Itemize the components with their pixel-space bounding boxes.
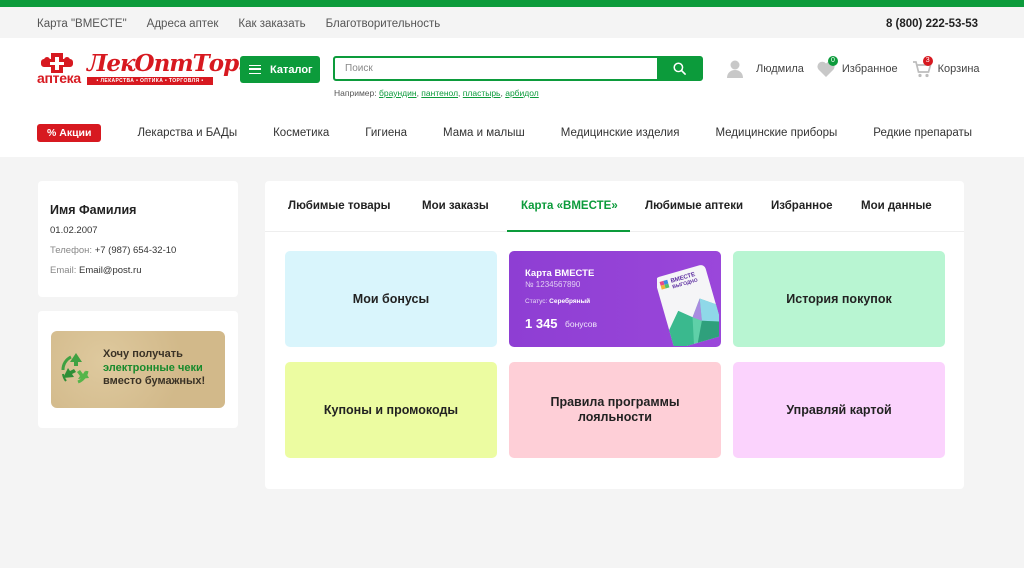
favorites-label: Избранное xyxy=(841,63,898,75)
menu-icon xyxy=(249,65,261,74)
profile-card: Имя Фамилия 01.02.2007 Телефон: +7 (987)… xyxy=(38,181,238,297)
tab-favorites[interactable]: Избранное xyxy=(771,200,833,212)
profile-phone-row: Телефон: +7 (987) 654-32-10 xyxy=(50,245,226,256)
search-example-link[interactable]: пластырь xyxy=(463,88,501,98)
utility-bar: Карта "ВМЕСТЕ" Адреса аптек Как заказать… xyxy=(0,7,1024,38)
cart-link[interactable]: 3 Корзина xyxy=(912,56,980,78)
nav-item-cosmetics[interactable]: Косметика xyxy=(273,127,329,139)
search-examples: Например: браундин, пантенол, пластырь, … xyxy=(334,88,539,98)
tab-favorite-pharmacies[interactable]: Любимые аптеки xyxy=(645,200,743,212)
tile-my-bonuses-label: Мои бонусы xyxy=(352,291,430,306)
search-button[interactable] xyxy=(657,56,701,81)
nav-item-medical-products[interactable]: Медицинские изделия xyxy=(561,127,680,139)
nav-item-rare-drugs[interactable]: Редкие препараты xyxy=(873,127,972,139)
favorites-count-badge: 0 xyxy=(827,56,838,66)
e-receipt-line3: вместо бумажных! xyxy=(103,375,206,387)
card-status-label: Статус: xyxy=(525,298,548,305)
profile-email: Email@post.ru xyxy=(79,265,142,276)
utility-link-charity[interactable]: Благотворительность xyxy=(326,18,441,30)
e-receipt-text: Хочу получать электронные чеки вместо бу… xyxy=(103,348,205,389)
logo-apteka-text: аптека xyxy=(37,70,81,86)
user-name: Людмила xyxy=(756,63,804,75)
card-points-unit: бонусов xyxy=(565,319,598,329)
tile-manage-card-label: Управляй картой xyxy=(786,402,892,417)
card-number: № 1234567890 xyxy=(525,280,581,289)
search-example-link[interactable]: пантенол xyxy=(421,88,458,98)
profile-phone-label: Телефон: xyxy=(50,245,93,256)
profile-email-row: Email: Email@post.ru xyxy=(50,265,226,276)
tile-loyalty-rules[interactable]: Правила программы лояльности xyxy=(509,362,721,458)
tile-manage-card[interactable]: Управляй картой xyxy=(733,362,945,458)
search-icon xyxy=(672,62,686,75)
utility-link-how-to-order[interactable]: Как заказать xyxy=(238,18,305,30)
active-tab-indicator xyxy=(507,230,630,232)
tab-my-orders[interactable]: Мои заказы xyxy=(422,200,489,212)
tile-coupons[interactable]: Купоны и промокоды xyxy=(285,362,497,458)
e-receipt-card: Хочу получать электронные чеки вместо бу… xyxy=(38,311,238,428)
search-example-link[interactable]: арбидол xyxy=(505,88,539,98)
e-receipt-line2: электронные чеки xyxy=(103,361,203,374)
tile-vmeste-card[interactable]: Карта ВМЕСТЕ № 1234567890 Статус: Серебр… xyxy=(509,251,721,347)
nav-item-medical-devices[interactable]: Медицинские приборы xyxy=(715,127,837,139)
category-nav: % Акции Лекарства и БАДы Косметика Гигие… xyxy=(37,124,987,142)
user-icon xyxy=(727,60,743,78)
phone-number[interactable]: 8 (800) 222-53-53 xyxy=(886,18,978,30)
nav-sale-button[interactable]: % Акции xyxy=(37,124,102,142)
card-points: 1 345 xyxy=(525,316,558,331)
profile-birthdate: 01.02.2007 xyxy=(50,225,98,236)
tile-purchase-history-label: История покупок xyxy=(786,291,892,306)
utility-link-addresses[interactable]: Адреса аптек xyxy=(147,18,219,30)
utility-links: Карта "ВМЕСТЕ" Адреса аптек Как заказать… xyxy=(37,18,440,30)
search-input[interactable] xyxy=(335,58,661,79)
catalog-button[interactable]: Каталог xyxy=(240,56,320,83)
logo[interactable]: аптека ЛекОптТорг • ЛЕКАРСТВА • ОПТИКА •… xyxy=(37,50,251,86)
nav-item-mother-baby[interactable]: Мама и малыш xyxy=(443,127,525,139)
card-status-value: Серебряный xyxy=(549,298,591,305)
logo-tagline: • ЛЕКАРСТВА • ОПТИКА • ТОРГОВЛЯ • xyxy=(87,77,213,85)
nav-item-hygiene[interactable]: Гигиена xyxy=(365,127,407,139)
header: аптека ЛекОптТорг • ЛЕКАРСТВА • ОПТИКА •… xyxy=(0,38,1024,157)
cart-count-badge: 3 xyxy=(922,56,933,66)
top-accent-bar xyxy=(0,0,1024,7)
card-title: Карта ВМЕСТЕ xyxy=(525,268,595,279)
cart-label: Корзина xyxy=(937,63,980,75)
favorites-link[interactable]: 0 Избранное xyxy=(816,56,898,78)
tile-purchase-history[interactable]: История покупок xyxy=(733,251,945,347)
tile-coupons-label: Купоны и промокоды xyxy=(323,402,459,417)
nav-item-medicines[interactable]: Лекарства и БАДы xyxy=(137,127,237,139)
card-status: Статус: Серебряный xyxy=(525,298,590,305)
tab-my-data[interactable]: Мои данные xyxy=(861,200,932,212)
tile-my-bonuses[interactable]: Мои бонусы xyxy=(285,251,497,347)
profile-email-label: Email: xyxy=(50,265,77,276)
profile-name: Имя Фамилия xyxy=(50,203,137,217)
catalog-button-label: Каталог xyxy=(270,63,313,76)
tile-loyalty-rules-line1: Правила программы xyxy=(550,395,680,409)
recycle-icon xyxy=(61,353,89,384)
logo-brand-text: ЛекОптТорг xyxy=(87,50,251,77)
search-example-link[interactable]: браундин xyxy=(379,88,417,98)
search-box xyxy=(333,56,703,81)
account-link[interactable]: Людмила xyxy=(726,59,804,79)
account-panel: Любимые товары Мои заказы Карта «ВМЕСТЕ»… xyxy=(265,181,964,489)
profile-phone: +7 (987) 654-32-10 xyxy=(94,245,177,256)
search-examples-label: Например: xyxy=(334,88,377,98)
e-receipt-banner[interactable]: Хочу получать электронные чеки вместо бу… xyxy=(51,331,225,408)
account-tabs: Любимые товары Мои заказы Карта «ВМЕСТЕ»… xyxy=(265,181,964,232)
tab-favorite-products[interactable]: Любимые товары xyxy=(288,200,391,212)
e-receipt-line1: Хочу получать xyxy=(103,348,183,360)
tab-vmeste-card[interactable]: Карта «ВМЕСТЕ» xyxy=(521,200,618,212)
user-area: Людмила 0 Избранное 3 Корзина xyxy=(726,56,980,79)
tile-loyalty-rules-line2: лояльности xyxy=(578,410,652,424)
loyalty-card-image: ВМЕСТЕ ВЫГОДНО xyxy=(657,265,719,346)
utility-link-card[interactable]: Карта "ВМЕСТЕ" xyxy=(37,18,127,30)
